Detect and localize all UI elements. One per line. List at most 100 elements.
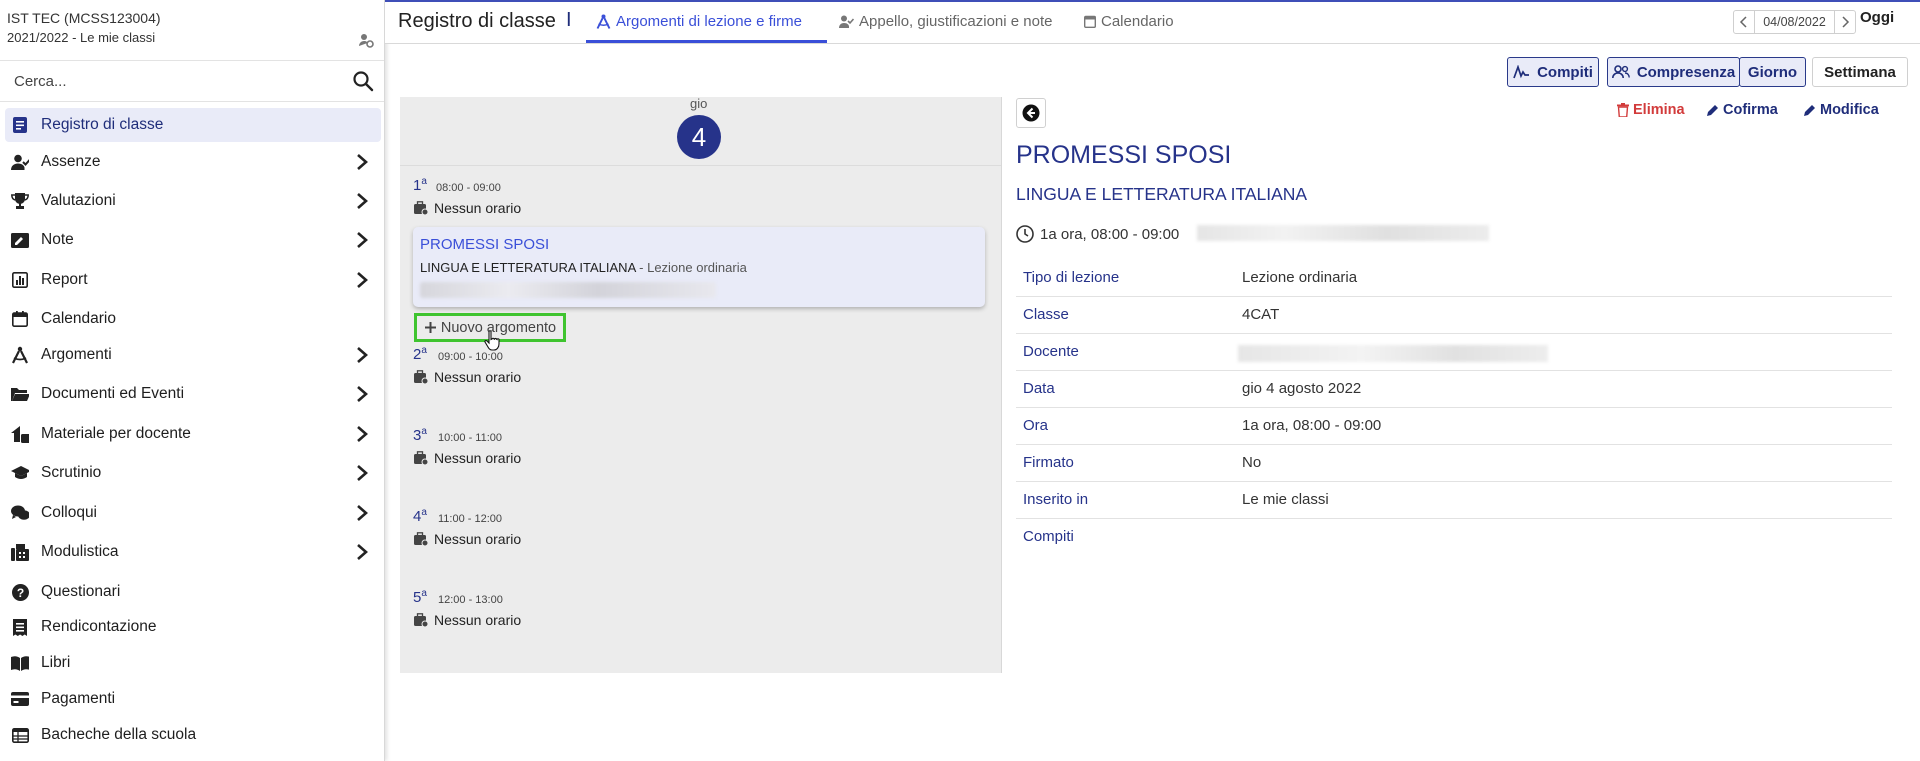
chevron-right-icon bbox=[357, 232, 368, 248]
graduation-cap-icon bbox=[11, 464, 29, 482]
chevron-right-icon bbox=[357, 347, 368, 363]
receipt-icon bbox=[11, 618, 29, 636]
sidebar-item-libri[interactable]: Libri bbox=[5, 646, 381, 680]
credit-card-icon bbox=[11, 690, 29, 708]
briefcase-icon bbox=[414, 370, 428, 384]
edit-button[interactable]: Modifica bbox=[1803, 102, 1879, 118]
cosign-button[interactable]: Cofirma bbox=[1706, 102, 1778, 118]
briefcase-icon bbox=[414, 451, 428, 465]
tab-argomenti[interactable]: Argomenti di lezione e firme bbox=[596, 0, 802, 42]
user-check-icon bbox=[11, 153, 29, 171]
back-button[interactable] bbox=[1016, 98, 1046, 128]
chat-icon bbox=[11, 504, 29, 522]
sidebar-item-label: Calendario bbox=[41, 310, 116, 327]
user-settings-icon[interactable] bbox=[358, 32, 374, 48]
sidebar-item-rendicontazione[interactable]: Rendicontazione bbox=[5, 610, 381, 644]
hour-number: 1a bbox=[413, 176, 427, 194]
trash-icon bbox=[1617, 103, 1629, 117]
book-icon bbox=[11, 654, 29, 672]
search-icon[interactable] bbox=[352, 70, 374, 92]
sidebar-item-valutazioni[interactable]: Valutazioni bbox=[5, 184, 381, 218]
delete-button[interactable]: Elimina bbox=[1617, 102, 1685, 118]
chevron-right-icon bbox=[357, 426, 368, 442]
detail-row: Compiti bbox=[1023, 528, 1074, 545]
sidebar-item-label: Valutazioni bbox=[41, 192, 116, 209]
tab-label: Calendario bbox=[1101, 12, 1174, 30]
sidebar-item-documenti[interactable]: Documenti ed Eventi bbox=[5, 377, 381, 411]
sidebar-item-label: Assenze bbox=[41, 153, 101, 170]
arrow-left-circle-icon bbox=[1022, 104, 1040, 122]
sidebar-item-registro[interactable]: Registro di classe bbox=[5, 108, 381, 142]
slot-status: Nessun orario bbox=[414, 450, 521, 466]
sidebar-item-colloqui[interactable]: Colloqui bbox=[5, 496, 381, 530]
sidebar-item-materiale[interactable]: Materiale per docente bbox=[5, 417, 381, 451]
sidebar-item-argomenti[interactable]: Argomenti bbox=[5, 338, 381, 372]
hand-cursor-icon bbox=[484, 330, 500, 351]
compiti-button[interactable]: Compiti bbox=[1507, 57, 1599, 87]
sidebar-item-label: Modulistica bbox=[41, 543, 119, 560]
detail-row: Tipo di lezione Lezione ordinaria bbox=[1016, 260, 1892, 297]
sidebar-item-label: Pagamenti bbox=[41, 690, 116, 707]
sidebar-item-report[interactable]: Report bbox=[5, 263, 381, 297]
briefcase-icon bbox=[414, 613, 428, 627]
detail-row: Inserito in Le mie classi bbox=[1016, 482, 1892, 519]
sidebar-item-bacheche[interactable]: Bacheche della scuola bbox=[5, 718, 381, 752]
sidebar-item-pagamenti[interactable]: Pagamenti bbox=[5, 682, 381, 716]
date-prev-button[interactable] bbox=[1733, 10, 1755, 34]
redacted-text bbox=[420, 282, 716, 298]
detail-time: 1a ora, 08:00 - 09:00 bbox=[1016, 225, 1179, 243]
slot-status: Nessun orario bbox=[414, 612, 521, 628]
slot-status: Nessun orario bbox=[414, 531, 521, 547]
pencil-icon bbox=[1707, 104, 1718, 116]
svg-text:?: ? bbox=[16, 586, 23, 600]
sidebar-item-label: Bacheche della scuola bbox=[41, 726, 197, 743]
chevron-right-icon bbox=[357, 465, 368, 481]
tab-calendario[interactable]: Calendario bbox=[1084, 0, 1174, 42]
detail-row: Data gio 4 agosto 2022 bbox=[1016, 371, 1892, 408]
compiti-label: Compiti bbox=[1537, 63, 1593, 81]
sidebar-item-modulistica[interactable]: Modulistica bbox=[5, 535, 381, 569]
sidebar-item-label: Report bbox=[41, 271, 88, 288]
sidebar-item-scrutinio[interactable]: Scrutinio bbox=[5, 456, 381, 490]
giorno-button[interactable]: Giorno bbox=[1739, 57, 1806, 87]
hour-number: 3a bbox=[413, 426, 427, 444]
detail-subject: LINGUA E LETTERATURA ITALIANA bbox=[1016, 184, 1308, 204]
sidebar-item-label: Libri bbox=[41, 654, 71, 671]
board-icon bbox=[11, 726, 29, 744]
report-icon bbox=[11, 271, 29, 289]
sidebar-item-label: Rendicontazione bbox=[41, 618, 157, 635]
tab-label: Appello, giustificazioni e note bbox=[859, 12, 1053, 30]
chevron-right-icon bbox=[357, 505, 368, 521]
sidebar-item-assenze[interactable]: Assenze bbox=[5, 145, 381, 179]
redacted-text bbox=[1238, 345, 1548, 362]
sidebar-item-calendario[interactable]: Calendario bbox=[5, 302, 381, 336]
calendar-icon bbox=[11, 310, 29, 328]
compresenza-button[interactable]: Compresenza bbox=[1607, 57, 1740, 87]
detail-row: Ora 1a ora, 08:00 - 09:00 bbox=[1016, 408, 1892, 445]
day-number[interactable]: 4 bbox=[677, 115, 721, 159]
briefcase-icon bbox=[414, 201, 428, 215]
date-input[interactable]: 04/08/2022 bbox=[1754, 10, 1835, 34]
today-button[interactable]: Oggi bbox=[1860, 9, 1894, 26]
sidebar-search bbox=[0, 60, 384, 102]
chevron-right-icon bbox=[357, 272, 368, 288]
calendar-icon bbox=[1084, 15, 1096, 28]
clock-icon bbox=[1016, 225, 1034, 243]
sidebar-item-note[interactable]: Note bbox=[5, 223, 381, 257]
search-input[interactable] bbox=[12, 69, 346, 93]
hour-number: 2a bbox=[413, 345, 427, 363]
date-next-button[interactable] bbox=[1834, 10, 1856, 34]
hour-range: 08:00 - 09:00 bbox=[436, 182, 501, 194]
tab-appello[interactable]: Appello, giustificazioni e note bbox=[839, 0, 1052, 42]
slot-status: Nessun orario bbox=[414, 200, 521, 216]
school-name: IST TEC (MCSS123004) bbox=[7, 10, 161, 26]
lesson-card-subject: LINGUA E LETTERATURA ITALIANA - Lezione … bbox=[420, 260, 747, 275]
hour-range: 11:00 - 12:00 bbox=[438, 513, 503, 525]
trophy-icon bbox=[11, 192, 29, 210]
plus-icon bbox=[424, 322, 436, 333]
title-separator: I bbox=[566, 9, 572, 31]
sidebar-item-questionari[interactable]: ? Questionari bbox=[5, 575, 381, 609]
settimana-button[interactable]: Settimana bbox=[1812, 57, 1908, 87]
panel-divider bbox=[1001, 97, 1002, 673]
slot-status: Nessun orario bbox=[414, 369, 521, 385]
